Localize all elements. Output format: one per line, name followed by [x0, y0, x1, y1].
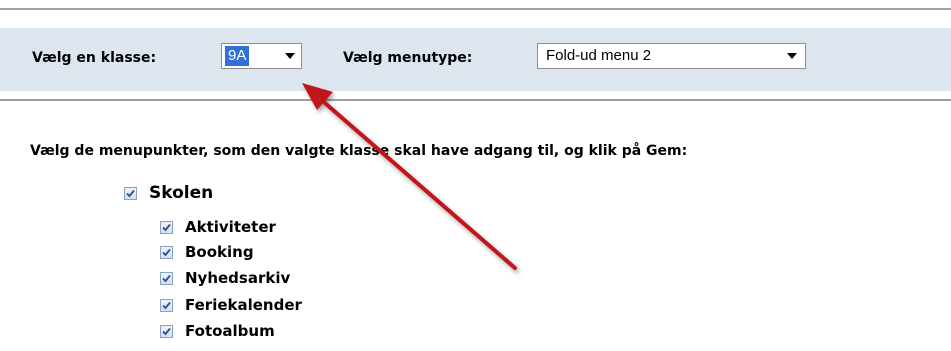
checkbox-feriekalender[interactable] [160, 298, 173, 312]
checkbox-fotoalbum[interactable] [160, 324, 173, 338]
checkmark-icon [162, 248, 171, 256]
chevron-down-icon[interactable] [285, 53, 295, 59]
tree-item-label: Fotoalbum [185, 322, 275, 340]
tree-item-aktiviteter[interactable]: Aktiviteter [160, 218, 276, 236]
tree-item-label: Nyhedsarkiv [185, 269, 291, 287]
class-select-value: 9A [225, 46, 250, 66]
tree-item-label: Skolen [149, 183, 214, 203]
tree-item-skolen[interactable]: Skolen [124, 183, 213, 203]
checkmark-icon [162, 327, 171, 335]
checkmark-icon [162, 301, 171, 309]
checkmark-icon [126, 189, 135, 197]
top-divider [0, 8, 951, 10]
checkbox-aktiviteter[interactable] [160, 220, 173, 234]
checkmark-icon [162, 274, 171, 282]
tree-item-label: Feriekalender [185, 296, 302, 314]
checkbox-booking[interactable] [160, 245, 173, 259]
class-select[interactable]: 9A [221, 43, 302, 69]
checkbox-skolen[interactable] [124, 186, 137, 200]
menutype-select-label: Vælg menutype: [343, 50, 473, 66]
tree-item-label: Booking [185, 243, 254, 261]
tree-item-label: Aktiviteter [185, 218, 276, 236]
checkbox-nyhedsarkiv[interactable] [160, 271, 173, 285]
menutype-select[interactable]: Fold-ud menu 2 [537, 43, 806, 69]
tree-item-booking[interactable]: Booking [160, 243, 254, 261]
instruction-text: Vælg de menupunkter, som den valgte klas… [30, 143, 688, 159]
checkmark-icon [162, 223, 171, 231]
tree-item-feriekalender[interactable]: Feriekalender [160, 296, 302, 314]
chevron-down-icon[interactable] [787, 53, 797, 59]
menutype-select-value: Fold-ud menu 2 [546, 47, 652, 64]
toolbar-divider [0, 99, 951, 101]
tree-item-nyhedsarkiv[interactable]: Nyhedsarkiv [160, 269, 290, 287]
tree-item-fotoalbum[interactable]: Fotoalbum [160, 322, 275, 340]
class-select-label: Vælg en klasse: [32, 50, 157, 66]
